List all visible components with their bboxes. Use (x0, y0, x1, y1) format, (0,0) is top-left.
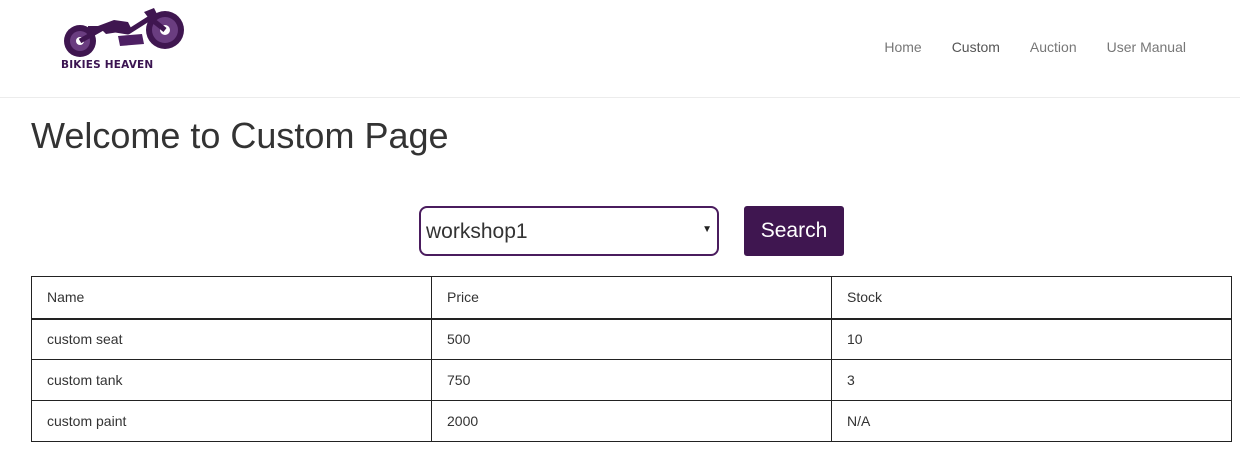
cell-name: custom tank (31, 359, 432, 401)
column-header-price: Price (431, 276, 832, 320)
triangle-down-icon: ▼ (702, 224, 712, 235)
cell-stock: 10 (831, 318, 1232, 360)
cell-price: 750 (431, 359, 832, 401)
nav-link-auction[interactable]: Auction (1030, 39, 1077, 55)
cell-stock: N/A (831, 400, 1232, 442)
nav-item-custom: Custom (952, 38, 1000, 58)
cell-name: custom paint (31, 400, 432, 442)
nav-item-auction: Auction (1030, 38, 1077, 58)
table-row: custom paint 2000 N/A (31, 400, 1232, 442)
table-row: custom seat 500 10 (31, 318, 1232, 360)
column-header-stock: Stock (831, 276, 1232, 320)
table-row: custom tank 750 3 (31, 359, 1232, 401)
workshop-select[interactable]: workshop1 ▼ (419, 206, 719, 256)
cell-price: 500 (431, 318, 832, 360)
main-nav: Home Custom Auction User Manual (884, 38, 1186, 58)
page-title: Welcome to Custom Page (31, 115, 449, 156)
workshop-select-value: workshop1 (426, 220, 528, 243)
nav-link-user-manual[interactable]: User Manual (1107, 39, 1186, 55)
table-header-row: Name Price Stock (31, 276, 1232, 320)
search-button[interactable]: Search (744, 206, 844, 256)
nav-link-custom[interactable]: Custom (952, 39, 1000, 55)
motorcycle-icon (64, 8, 184, 57)
nav-item-user-manual: User Manual (1107, 38, 1186, 58)
navbar: BIKIES HEAVEN Home Custom Auction User M… (0, 0, 1240, 98)
brand-logo[interactable]: BIKIES HEAVEN (58, 8, 188, 74)
cell-price: 2000 (431, 400, 832, 442)
nav-item-home: Home (884, 38, 921, 58)
cell-stock: 3 (831, 359, 1232, 401)
brand-name: BIKIES HEAVEN (61, 59, 154, 71)
products-table: Name Price Stock custom seat 500 10 cust… (31, 276, 1232, 442)
nav-link-home[interactable]: Home (884, 39, 921, 55)
cell-name: custom seat (31, 318, 432, 360)
column-header-name: Name (31, 276, 432, 320)
